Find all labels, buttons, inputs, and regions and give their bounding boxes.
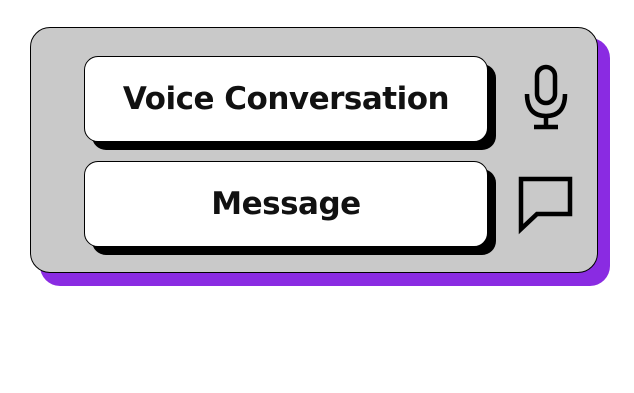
message-button[interactable]: Message bbox=[84, 161, 488, 247]
voice-conversation-option: Voice Conversation bbox=[84, 56, 496, 150]
voice-conversation-button[interactable]: Voice Conversation bbox=[84, 56, 488, 142]
chat-bubble-icon[interactable] bbox=[515, 174, 577, 236]
message-option: Message bbox=[84, 161, 496, 255]
microphone-icon[interactable] bbox=[518, 64, 574, 134]
message-label: Message bbox=[211, 186, 361, 222]
voice-conversation-label: Voice Conversation bbox=[122, 81, 450, 117]
